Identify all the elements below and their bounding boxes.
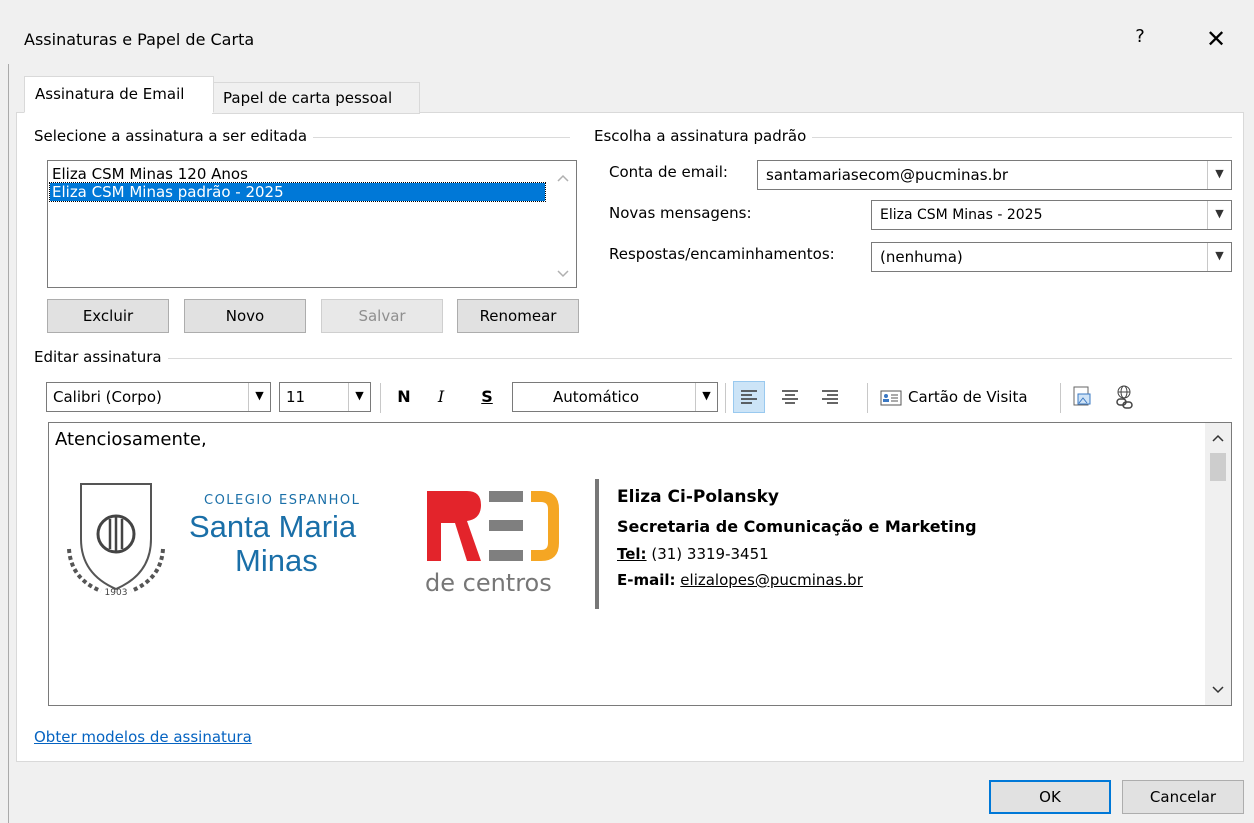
new-messages-label: Novas mensagens: [609,204,752,222]
toolbar-separator [867,383,868,413]
replies-select[interactable]: (nenhuma) ▼ [871,242,1232,272]
cancel-button[interactable]: Cancelar [1122,780,1244,814]
rename-label: Renomear [479,307,557,325]
align-right-icon [822,390,838,404]
email-label: E-mail: [617,571,676,589]
insert-picture-button[interactable] [1070,384,1096,412]
business-card-label: Cartão de Visita [908,388,1028,406]
color-select[interactable]: Automático ▼ [512,382,718,412]
toolbar-separator [725,383,726,413]
school-line2: Santa Maria [189,509,357,544]
listbox-scrollbar[interactable] [550,161,576,287]
window-frame-left [8,64,9,823]
crest-year: 1903 [105,588,128,598]
tab-papel-carta[interactable]: Papel de carta pessoal [212,82,420,114]
signature-phone: Tel: (31) 3319-3451 [617,545,769,563]
chevron-down-icon: ▼ [1207,201,1231,229]
edit-group-label: Editar assinatura [34,348,168,366]
signature-editor[interactable]: Atenciosamente, 1903 COLEGIO ESPANHOL Sa… [48,422,1232,706]
signature-role: Secretaria de Comunicação e Marketing [617,517,977,536]
red-subtitle: de centros [425,569,552,597]
school-crest-logo: 1903 [67,483,165,598]
align-left-button[interactable] [733,381,765,413]
new-button[interactable]: Novo [184,299,306,333]
account-select[interactable]: santamariasecom@pucminas.br ▼ [757,160,1232,190]
chevron-down-icon: ▼ [1207,243,1231,271]
delete-button[interactable]: Excluir [47,299,169,333]
tab-label: Papel de carta pessoal [223,89,393,107]
ok-button[interactable]: OK [989,780,1111,814]
chevron-down-icon: ▼ [1207,161,1231,189]
account-label: Conta de email: [609,163,728,181]
save-label: Salvar [358,307,406,325]
scroll-arrows-icon [557,174,569,278]
toolbar-separator [1060,383,1061,413]
school-line1: COLEGIO ESPANHOL [204,493,361,508]
close-button[interactable]: ✕ [1200,24,1232,54]
new-messages-select[interactable]: Eliza CSM Minas - 2025 ▼ [871,200,1232,230]
signature-name: Eliza Ci-Polansky [617,487,779,507]
font-value: Calibri (Corpo) [53,388,162,406]
new-messages-value: Eliza CSM Minas - 2025 [880,207,1043,223]
red-logo [427,491,559,561]
signature-email: E-mail: elizalopes@pucminas.br [617,571,863,589]
replies-label: Respostas/encaminhamentos: [609,245,835,263]
chevron-down-icon: ▼ [348,383,370,411]
school-line3: Minas [235,543,318,578]
tab-assinatura-email[interactable]: Assinatura de Email [24,76,214,113]
align-right-button[interactable] [815,382,845,412]
tel-label: Tel: [617,545,647,563]
chevron-down-icon: ▼ [248,383,270,411]
tel-value: (31) 3319-3451 [651,545,769,563]
align-center-button[interactable] [775,382,805,412]
cancel-label: Cancelar [1149,788,1217,806]
list-item-selected[interactable]: Eliza CSM Minas padrão - 2025 [49,182,546,202]
default-group-label: Escolha a assinatura padrão [594,127,813,145]
rename-button[interactable]: Renomear [457,299,579,333]
size-select[interactable]: 11 ▼ [279,382,371,412]
save-button[interactable]: Salvar [321,299,443,333]
new-label: Novo [225,307,265,325]
business-card-button[interactable]: Cartão de Visita [876,382,1048,414]
delete-label: Excluir [82,307,134,325]
insert-link-button[interactable] [1112,384,1138,412]
size-value: 11 [286,388,306,406]
help-button[interactable]: ? [1128,26,1152,52]
bold-button[interactable]: N [392,382,416,414]
chevron-down-icon: ▼ [695,383,717,411]
replies-value: (nenhuma) [880,248,963,266]
business-card-icon [880,390,902,406]
ok-label: OK [1039,788,1061,806]
templates-link[interactable]: Obter modelos de assinatura [34,728,252,746]
signature-listbox[interactable]: Eliza CSM Minas 120 Anos Eliza CSM Minas… [47,160,577,288]
tab-label: Assinatura de Email [35,85,185,103]
color-value: Automático [553,388,640,406]
align-center-icon [782,390,798,404]
underline-button[interactable]: S [476,382,498,414]
select-group-label: Selecione a assinatura a ser editada [34,127,314,145]
signature-divider [595,479,599,609]
italic-button[interactable]: I [430,382,452,414]
group-separator [40,358,1232,359]
signature-greeting: Atenciosamente, [55,429,207,450]
dialog-title: Assinaturas e Papel de Carta [24,30,255,49]
list-item[interactable]: Eliza CSM Minas 120 Anos [50,165,545,183]
editor-scrollbar[interactable] [1205,423,1231,705]
scroll-thumb[interactable] [1210,453,1226,481]
account-value: santamariasecom@pucminas.br [766,166,1009,184]
align-left-icon [741,390,757,404]
toolbar-separator [380,383,381,413]
picture-icon [1073,386,1091,406]
font-select[interactable]: Calibri (Corpo) ▼ [46,382,271,412]
hyperlink-icon [1116,385,1133,409]
email-value[interactable]: elizalopes@pucminas.br [680,571,863,589]
